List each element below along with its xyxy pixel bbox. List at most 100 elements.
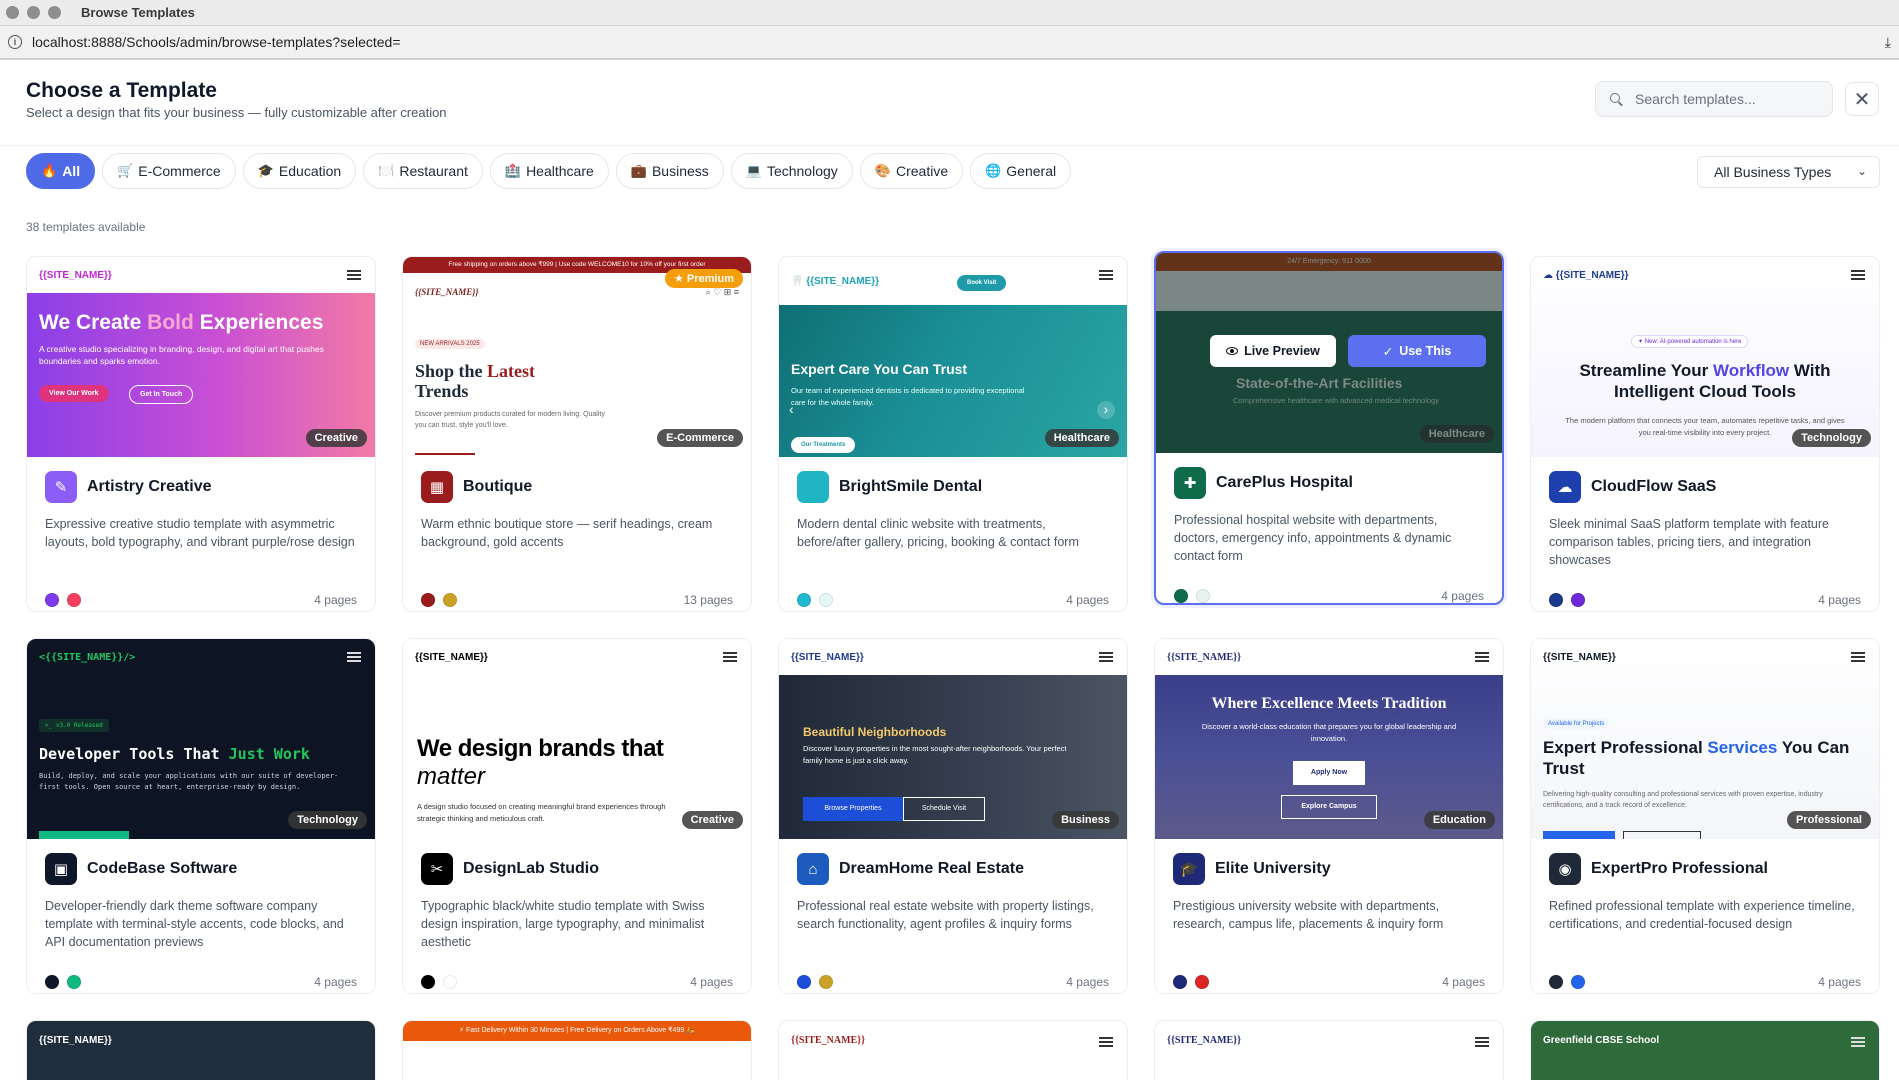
thumb-button: View Our Work: [39, 385, 109, 402]
card-body: ▣ CodeBase Software Developer-friendly dar…: [27, 853, 375, 989]
thumb-button: Our Treatments: [791, 437, 856, 453]
template-card[interactable]: 24/7 Emergency: 911 0000State-of-the-Art…: [1154, 251, 1504, 605]
color-swatch: [819, 593, 833, 607]
filter-chip-restaurant[interactable]: 🍽️ Restaurant: [363, 153, 483, 189]
filter-chip-e-commerce[interactable]: 🛒 E-Commerce: [102, 153, 236, 189]
template-card-partial[interactable]: {{SITE_NAME}}: [778, 1020, 1128, 1080]
template-card[interactable]: ☁ {{SITE_NAME}} ✦ New: AI-powered automat…: [1530, 256, 1880, 612]
chevron-left-icon: ‹: [789, 401, 794, 417]
card-title-row: BrightSmile Dental: [797, 471, 1109, 503]
url-text[interactable]: localhost:8888/Schools/admin/browse-temp…: [32, 34, 1885, 50]
template-card[interactable]: {{SITE_NAME}} We Create Bold Experiences A…: [26, 256, 376, 612]
filter-chip-education[interactable]: 🎓 Education: [242, 153, 357, 189]
template-description: Modern dental clinic website with treatm…: [797, 517, 1079, 549]
filter-emoji-icon: 🎨: [874, 163, 891, 178]
thumb-site-name: <{{SITE_NAME}}/>: [39, 651, 136, 663]
thumb-tag: Available for Projects: [1543, 719, 1610, 729]
window-minimize-dot[interactable]: [27, 6, 40, 19]
template-name: Elite University: [1215, 860, 1331, 877]
search-input[interactable]: [1635, 91, 1815, 107]
card-footer: 4 pages: [1174, 589, 1484, 603]
card-footer: 4 pages: [45, 975, 357, 989]
template-card[interactable]: {{SITE_NAME}} Where Excellence Meets Trad…: [1154, 638, 1504, 994]
template-icon: ▦: [421, 471, 453, 503]
live-preview-button[interactable]: Live Preview: [1210, 335, 1336, 367]
template-thumbnail[interactable]: {{SITE_NAME}} We design brands that matter…: [403, 639, 751, 839]
thumb-button: [1543, 831, 1615, 839]
thumb-site-name: {{SITE_NAME}}: [1167, 1035, 1242, 1046]
template-thumbnail[interactable]: {{SITE_NAME}} Available for Projects Exper…: [1531, 639, 1879, 839]
template-icon: ◉: [1549, 853, 1581, 885]
card-title-row: ◉ ExpertPro Professional: [1549, 853, 1861, 885]
template-card[interactable]: {{SITE_NAME}} Available for Projects Exper…: [1530, 638, 1880, 994]
template-card[interactable]: <{{SITE_NAME}}/> >_ v3.0 Released Develope…: [26, 638, 376, 994]
search-box[interactable]: [1595, 81, 1833, 117]
menu-icon: [723, 652, 737, 662]
template-card-partial[interactable]: ⚡ Fast Delivery Within 30 Minutes | Free…: [402, 1020, 752, 1080]
category-badge: Education: [1423, 811, 1495, 829]
menu-icon: [1851, 652, 1865, 662]
close-button[interactable]: ✕: [1845, 82, 1879, 116]
template-card[interactable]: 🦷 {{SITE_NAME}} Book Visit Expert Care You…: [778, 256, 1128, 612]
filter-chip-creative[interactable]: 🎨 Creative: [859, 153, 964, 189]
template-card-partial[interactable]: Greenfield CBSE School: [1530, 1020, 1880, 1080]
template-name: CloudFlow SaaS: [1591, 478, 1717, 495]
chevron-right-icon: ›: [1097, 401, 1115, 419]
thumb-headline-b: Services: [1707, 738, 1778, 757]
template-card[interactable]: Free shipping on orders above ₹999 | Use…: [402, 256, 752, 612]
template-thumbnail[interactable]: Free shipping on orders above ₹999 | Use…: [403, 257, 751, 457]
thumb-underline: [415, 453, 475, 455]
color-swatch: [1571, 975, 1585, 989]
template-thumbnail[interactable]: {{SITE_NAME}} Beautiful Neighborhoods Disc…: [779, 639, 1127, 839]
card-body: ☁ CloudFlow SaaS Sleek minimal SaaS platfo…: [1531, 471, 1879, 607]
template-thumbnail[interactable]: <{{SITE_NAME}}/> >_ v3.0 Released Develope…: [27, 639, 375, 839]
color-swatch: [797, 593, 811, 607]
filter-emoji-icon: 💼: [630, 163, 647, 178]
info-icon[interactable]: i: [8, 35, 22, 49]
window-close-dot[interactable]: [6, 6, 19, 19]
template-thumbnail[interactable]: 🦷 {{SITE_NAME}} Book Visit Expert Care You…: [779, 257, 1127, 457]
thumb-text: Discover a world-class education that pr…: [1201, 722, 1457, 743]
template-icon: ✚: [1174, 467, 1206, 499]
window-titlebar: Browse Templates: [0, 0, 1899, 26]
color-swatch: [421, 975, 435, 989]
page-count: 13 pages: [683, 593, 733, 607]
filter-chip-healthcare[interactable]: 🏥 Healthcare: [489, 153, 609, 189]
template-description: Expressive creative studio template with…: [45, 517, 355, 549]
card-title-row: ✎ Artistry Creative: [45, 471, 357, 503]
template-name: CodeBase Software: [87, 860, 238, 877]
thumb-tag: NEW ARRIVALS 2025: [415, 339, 485, 349]
filter-chip-all[interactable]: 🔥 All: [26, 153, 96, 189]
page-count: 4 pages: [1066, 593, 1109, 607]
template-card[interactable]: {{SITE_NAME}} Beautiful Neighborhoods Disc…: [778, 638, 1128, 994]
template-card-partial[interactable]: {{SITE_NAME}}: [26, 1020, 376, 1080]
business-type-select[interactable]: All Business Types ⌄: [1697, 156, 1880, 188]
thumb-nav: <{{SITE_NAME}}/>: [27, 639, 375, 675]
template-thumbnail[interactable]: {{SITE_NAME}} We Create Bold Experiences A…: [27, 257, 375, 457]
filter-label: All: [62, 163, 81, 179]
template-name: BrightSmile Dental: [839, 478, 983, 495]
card-body: ✂ DesignLab Studio Typographic black/white…: [403, 853, 751, 989]
window-zoom-dot[interactable]: [48, 6, 61, 19]
template-name: DesignLab Studio: [463, 860, 599, 877]
thumb-headline: We design brands that: [417, 735, 664, 762]
template-description: Prestigious university website with depa…: [1173, 899, 1444, 931]
filter-chip-technology[interactable]: 💻 Technology: [730, 153, 853, 189]
card-footer: 4 pages: [1549, 975, 1861, 989]
template-thumbnail[interactable]: 24/7 Emergency: 911 0000State-of-the-Art…: [1156, 253, 1502, 453]
filter-chip-business[interactable]: 💼 Business: [615, 153, 724, 189]
thumb-headline: Streamline Your Workflow With Intelligen…: [1551, 360, 1859, 402]
template-thumbnail[interactable]: ☁ {{SITE_NAME}} ✦ New: AI-powered automat…: [1531, 257, 1879, 457]
color-swatch: [819, 975, 833, 989]
thumb-headline-b: Workflow: [1712, 361, 1790, 380]
template-thumbnail[interactable]: {{SITE_NAME}} Where Excellence Meets Trad…: [1155, 639, 1503, 839]
filter-chip-general[interactable]: 🌐 General: [970, 153, 1072, 189]
template-card[interactable]: {{SITE_NAME}} We design brands that matter…: [402, 638, 752, 994]
use-this-button[interactable]: ✓ Use This: [1348, 335, 1486, 367]
menu-icon: [347, 270, 361, 280]
template-card-partial[interactable]: {{SITE_NAME}}: [1154, 1020, 1504, 1080]
thumb-text: Discover premium products curated for mo…: [415, 411, 605, 429]
download-icon[interactable]: ⤓: [1885, 34, 1891, 51]
thumb-text: A design studio focused on creating mean…: [417, 802, 666, 823]
address-bar[interactable]: i localhost:8888/Schools/admin/browse-te…: [0, 26, 1899, 60]
